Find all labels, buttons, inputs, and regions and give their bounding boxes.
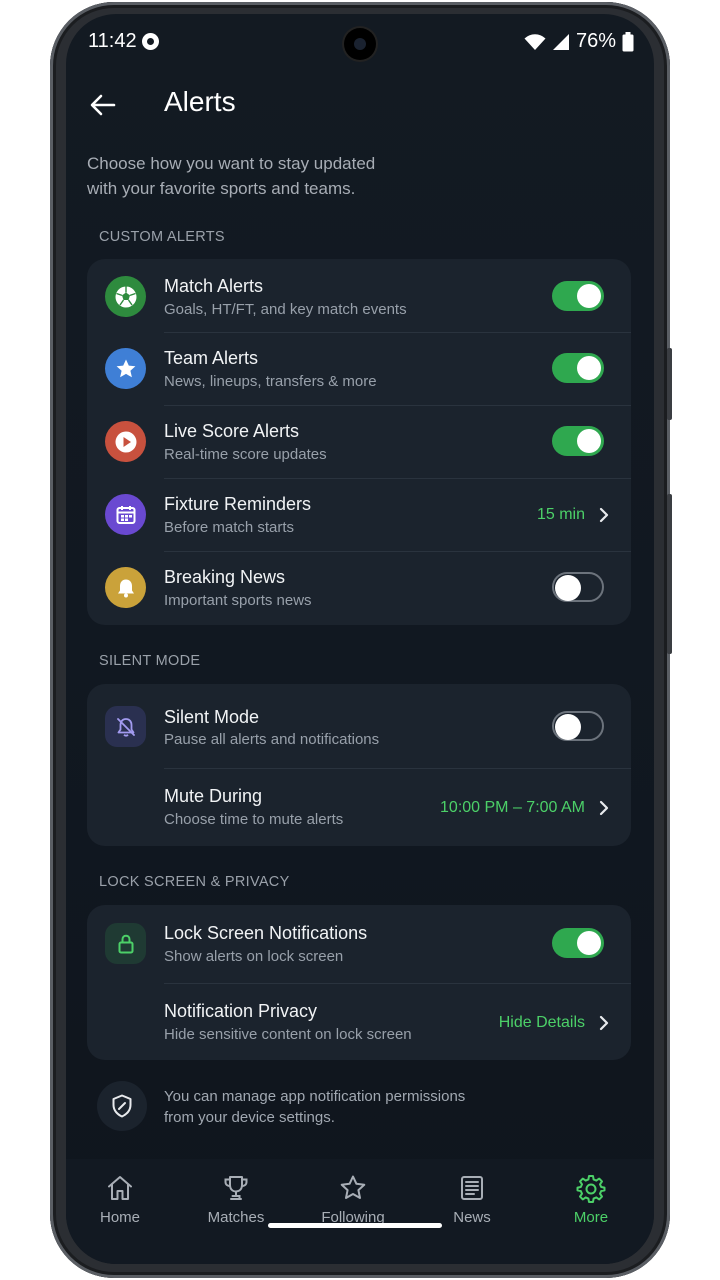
section-label-silent-mode: SILENT MODE xyxy=(99,653,201,669)
nav-more-label: More xyxy=(573,1209,609,1226)
footnote-line-2: from your device settings. xyxy=(164,1109,335,1126)
gear-icon xyxy=(576,1175,606,1203)
live-score-alerts-row[interactable]: Live Score Alerts Real-time score update… xyxy=(87,405,631,478)
bell-icon xyxy=(105,567,146,608)
intro-line-2: with your favorite sports and teams. xyxy=(87,179,356,198)
bottom-navigation: Home Matches Following News More xyxy=(66,1159,654,1264)
trophy-icon xyxy=(224,1176,248,1200)
team-alerts-title: Team Alerts xyxy=(164,348,259,368)
notification-icon xyxy=(142,33,159,50)
lock-icon xyxy=(105,923,146,964)
match-alerts-toggle[interactable] xyxy=(552,281,604,311)
battery-percent: 76% xyxy=(575,30,616,52)
nav-home-label: Home xyxy=(99,1209,140,1226)
battery-icon xyxy=(622,31,634,51)
mute-during-value: 10:00 PM – 7:00 AM xyxy=(440,799,585,816)
breaking-news-row[interactable]: Breaking News Important sports news xyxy=(87,551,631,625)
soccer-ball-icon xyxy=(105,276,146,317)
newspaper-icon xyxy=(461,1176,483,1200)
calendar-icon xyxy=(105,494,146,535)
match-alerts-row[interactable]: Match Alerts Goals, HT/FT, and key match… xyxy=(87,259,631,332)
footnote-line-1: You can manage app notification permissi… xyxy=(164,1088,466,1105)
lock-screen-notifications-title: Lock Screen Notifications xyxy=(164,923,368,943)
team-alerts-row[interactable]: Team Alerts News, lineups, transfers & m… xyxy=(87,332,631,405)
intro-line-1: Choose how you want to stay updated xyxy=(87,154,376,173)
breaking-news-subtitle: Important sports news xyxy=(164,592,312,609)
nav-home[interactable]: Home xyxy=(70,1173,170,1237)
lock-screen-notifications-toggle[interactable] xyxy=(552,928,604,958)
match-alerts-subtitle: Goals, HT/FT, and key match events xyxy=(164,301,407,318)
front-camera xyxy=(344,28,376,60)
fixture-reminders-row[interactable]: Fixture Reminders Before match starts 15… xyxy=(87,478,631,551)
breaking-news-toggle[interactable] xyxy=(552,572,604,602)
chevron-right-icon xyxy=(599,507,609,523)
breaking-news-title: Breaking News xyxy=(164,567,286,587)
back-arrow-icon[interactable] xyxy=(86,88,120,122)
mute-during-subtitle: Choose time to mute alerts xyxy=(164,811,344,828)
silent-mode-title: Silent Mode xyxy=(164,707,260,727)
lock-screen-notifications-subtitle: Show alerts on lock screen xyxy=(164,948,344,965)
home-icon xyxy=(108,1176,132,1200)
section-label-custom-alerts: CUSTOM ALERTS xyxy=(99,229,225,245)
chevron-right-icon xyxy=(599,800,609,816)
lock-screen-notifications-row[interactable]: Lock Screen Notifications Show alerts on… xyxy=(87,905,631,983)
cellular-icon xyxy=(552,33,569,50)
section-label-lock-screen: LOCK SCREEN & PRIVACY xyxy=(99,874,290,890)
notification-privacy-title: Notification Privacy xyxy=(164,1001,318,1021)
live-score-alerts-subtitle: Real-time score updates xyxy=(164,446,327,463)
notification-privacy-row[interactable]: Notification Privacy Hide sensitive cont… xyxy=(87,983,631,1060)
live-score-alerts-title: Live Score Alerts xyxy=(164,421,300,441)
fixture-reminders-title: Fixture Reminders xyxy=(164,494,312,514)
silent-mode-row[interactable]: Silent Mode Pause all alerts and notific… xyxy=(87,684,631,768)
intro-text: Choose how you want to stay updated with… xyxy=(87,151,447,201)
chevron-right-icon xyxy=(599,1015,609,1031)
notification-privacy-value: Hide Details xyxy=(498,1014,585,1031)
home-indicator[interactable] xyxy=(268,1223,442,1228)
silent-mode-toggle[interactable] xyxy=(552,711,604,741)
team-alerts-subtitle: News, lineups, transfers & more xyxy=(164,373,377,390)
bell-off-icon xyxy=(105,706,146,747)
wifi-icon xyxy=(524,33,546,50)
mute-during-title: Mute During xyxy=(164,786,263,806)
fixture-reminders-value: 15 min xyxy=(536,506,585,523)
silent-mode-subtitle: Pause all alerts and notifications xyxy=(164,731,380,748)
power-button xyxy=(667,494,672,654)
app-bar: Alerts xyxy=(66,78,654,138)
star-icon xyxy=(105,348,146,389)
volume-button xyxy=(667,348,672,420)
lock-screen-card: Lock Screen Notifications Show alerts on… xyxy=(87,905,631,1060)
status-time: 11:42 xyxy=(88,30,137,52)
star-outline-icon xyxy=(340,1175,366,1199)
team-alerts-toggle[interactable] xyxy=(552,353,604,383)
notification-privacy-subtitle: Hide sensitive content on lock screen xyxy=(164,1026,412,1043)
page-title: Alerts xyxy=(164,86,236,117)
mute-during-row[interactable]: Mute During Choose time to mute alerts 1… xyxy=(87,768,631,846)
footnote-text: You can manage app notification permissi… xyxy=(164,1086,465,1128)
match-alerts-title: Match Alerts xyxy=(164,276,264,296)
status-right: 76% xyxy=(524,30,634,53)
shield-icon xyxy=(97,1081,147,1131)
custom-alerts-card: Match Alerts Goals, HT/FT, and key match… xyxy=(87,259,631,625)
live-score-alerts-toggle[interactable] xyxy=(552,426,604,456)
play-icon xyxy=(105,421,146,462)
silent-mode-card: Silent Mode Pause all alerts and notific… xyxy=(87,684,631,846)
status-bar: 11:42 76% xyxy=(66,14,654,70)
screen: 11:42 76% Alerts Choose how you want to … xyxy=(66,14,654,1264)
nav-more[interactable]: More xyxy=(541,1173,641,1237)
fixture-reminders-subtitle: Before match starts xyxy=(164,519,295,536)
